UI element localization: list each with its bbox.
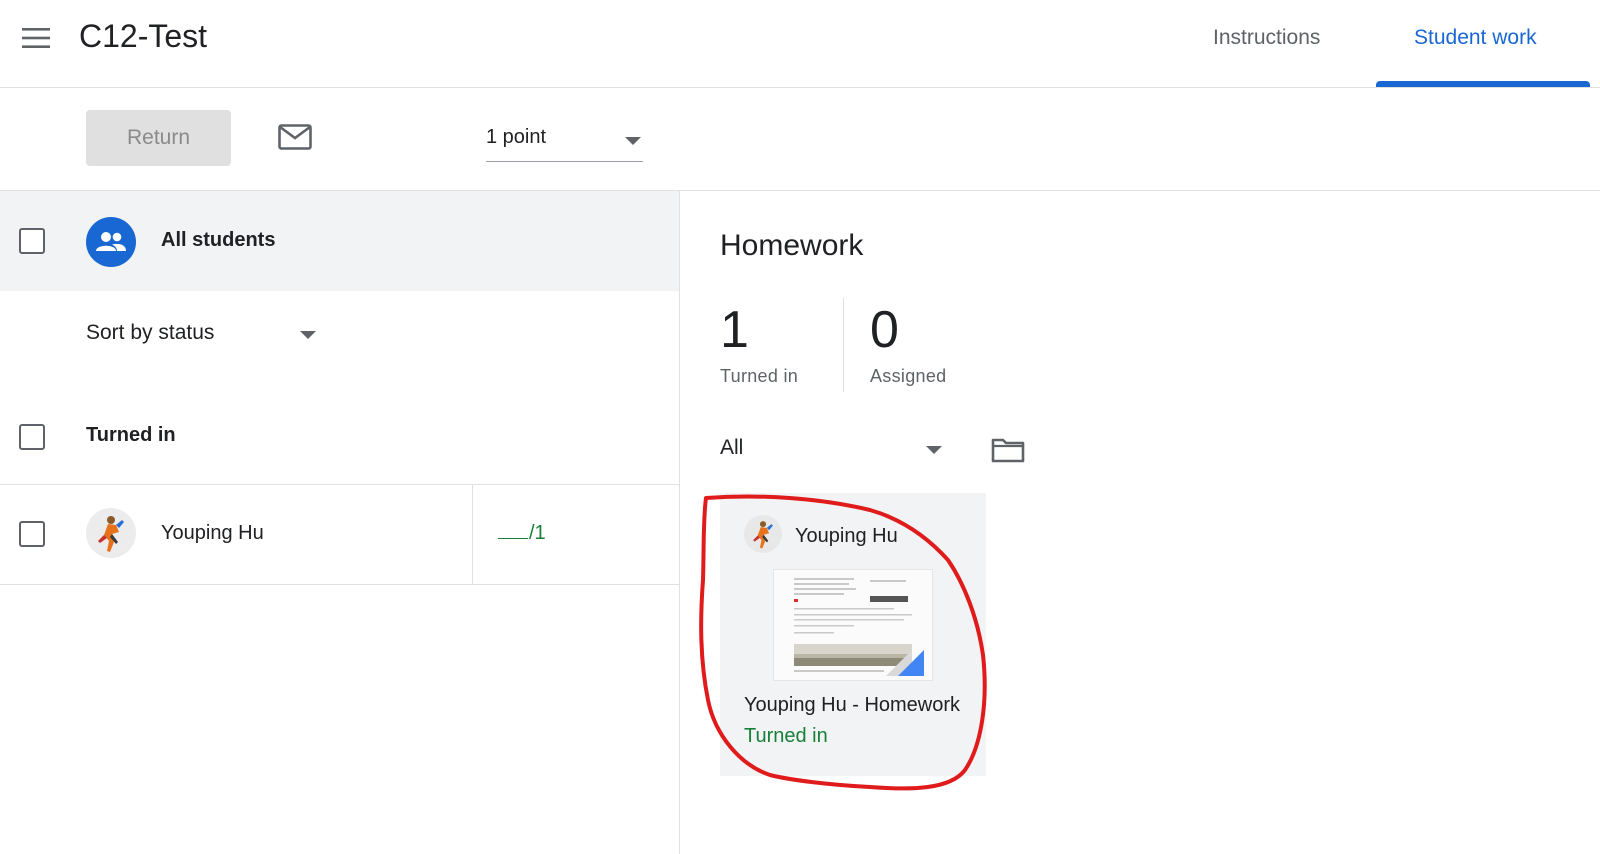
tab-student-work[interactable]: Student work — [1414, 22, 1537, 54]
group-icon — [96, 232, 126, 251]
student-name: Youping Hu — [161, 522, 264, 544]
assigned-count: 0 — [870, 301, 899, 359]
assigned-stat: 0 Assigned — [870, 300, 946, 387]
sort-value: Sort by status — [86, 321, 215, 344]
section-label: Turned in — [86, 424, 176, 446]
all-students-row[interactable]: All students — [0, 191, 679, 291]
assignment-title: Homework — [720, 229, 864, 262]
sort-dropdown[interactable]: Sort by status — [86, 317, 316, 353]
card-file-title: Youping Hu - Homework — [744, 694, 961, 716]
class-title: C12-Test — [79, 18, 208, 54]
dropdown-arrow-icon — [625, 137, 641, 145]
points-value: 1 point — [486, 126, 547, 148]
open-folder-button[interactable] — [988, 432, 1028, 468]
email-students-button[interactable] — [275, 117, 315, 157]
turned-in-stat: 1 Turned in — [720, 300, 798, 387]
avatar — [744, 515, 782, 553]
student-work-card[interactable]: Youping Hu Youping Hu - Homework Turned — [720, 493, 986, 776]
menu-icon — [22, 28, 50, 48]
turned-in-stat-label: Turned in — [720, 366, 799, 386]
main-menu-button[interactable] — [16, 22, 56, 54]
turned-in-section-checkbox[interactable] — [19, 424, 45, 450]
filter-value: All — [720, 436, 744, 459]
return-button[interactable]: Return — [86, 110, 231, 166]
grade-blank — [498, 522, 528, 539]
points-dropdown[interactable]: 1 point — [486, 118, 643, 162]
avatar — [86, 508, 136, 558]
turned-in-section-header: Turned in — [0, 391, 679, 485]
student-checkbox[interactable] — [19, 521, 45, 547]
grading-toolbar: Return 1 point — [0, 88, 1600, 191]
grade-input[interactable]: /1 — [498, 522, 546, 545]
active-tab-indicator — [1376, 81, 1590, 87]
grade-divider — [472, 484, 473, 584]
stat-divider — [843, 298, 844, 392]
grade-denominator: /1 — [529, 522, 546, 544]
card-status: Turned in — [744, 725, 828, 747]
all-students-label: All students — [161, 229, 276, 251]
work-filter-dropdown[interactable]: All — [720, 432, 942, 468]
app-header: C12-Test Instructions Student work — [0, 0, 1600, 88]
mail-icon — [278, 124, 312, 150]
student-list-panel: All students Sort by status Turned in Yo… — [0, 191, 680, 854]
card-student-name: Youping Hu — [795, 525, 898, 547]
group-avatar — [86, 217, 136, 267]
turned-in-count: 1 — [720, 301, 749, 359]
document-thumbnail[interactable] — [773, 569, 933, 681]
dropdown-arrow-icon — [300, 331, 316, 339]
student-row[interactable]: Youping Hu /1 — [0, 484, 679, 585]
assigned-stat-label: Assigned — [870, 366, 947, 386]
tab-instructions[interactable]: Instructions — [1213, 22, 1320, 54]
folder-icon — [991, 438, 1025, 463]
all-students-checkbox[interactable] — [19, 228, 45, 254]
dropdown-arrow-icon — [926, 446, 942, 454]
